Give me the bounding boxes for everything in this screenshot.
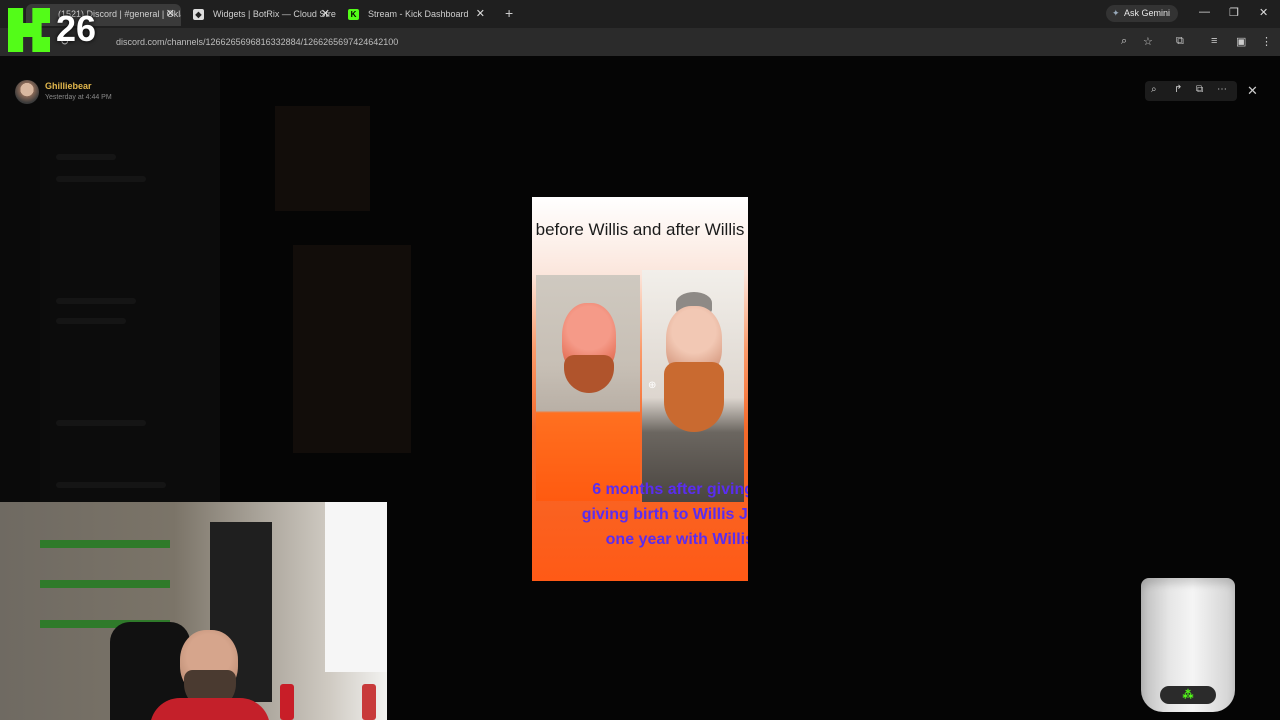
zoom-in-icon[interactable]: ⌕ xyxy=(1151,84,1157,95)
restore-icon[interactable]: ❐ xyxy=(1229,6,1239,19)
url-field[interactable]: discord.com/channels/1266265696816332884… xyxy=(116,37,398,47)
meme-image[interactable]: before Willis and after Willis 6 months … xyxy=(532,197,748,581)
author-avatar[interactable] xyxy=(15,80,39,104)
beard xyxy=(664,362,724,432)
kick-logos-icon: ⁂ xyxy=(1160,686,1216,704)
close-tab-icon[interactable]: ✕ xyxy=(476,4,485,24)
author-name[interactable]: Ghilliebear xyxy=(45,81,92,91)
meme-title: before Willis and after Willis xyxy=(535,220,745,239)
tab-botrix[interactable]: ◆ Widgets | BotRix — Cloud Strea ✕ xyxy=(181,4,336,26)
zoom-icon[interactable]: ⌕ xyxy=(1121,35,1127,48)
close-tab-icon[interactable]: ✕ xyxy=(166,4,175,24)
profile-icon[interactable]: ▣ xyxy=(1236,35,1246,48)
tab-kick-dashboard[interactable]: K Stream - Kick Dashboard ✕ xyxy=(336,4,491,26)
forward-icon[interactable]: ↱ xyxy=(1174,84,1182,95)
dimmed-image xyxy=(293,245,411,453)
new-tab-button[interactable]: + xyxy=(505,5,513,21)
minimize-icon[interactable]: — xyxy=(1199,6,1210,18)
server-list-dimmed xyxy=(0,56,40,506)
more-options-icon[interactable]: ⋯ xyxy=(1217,84,1227,95)
soda-can xyxy=(280,684,294,720)
tab-label: Stream - Kick Dashboard xyxy=(368,9,469,19)
beard xyxy=(564,355,614,393)
media-controls-icon[interactable]: ≡ xyxy=(1211,35,1217,47)
viewer-count: 26 xyxy=(56,8,97,49)
address-bar: ↻ discord.com/channels/12662656968163328… xyxy=(0,28,1280,56)
dimmed-text xyxy=(56,420,146,426)
ask-gemini-label: Ask Gemini xyxy=(1124,8,1171,18)
extensions-icon[interactable]: ⧉ xyxy=(1176,35,1184,48)
streamer-body xyxy=(150,698,270,720)
tab-label: Widgets | BotRix — Cloud Strea xyxy=(213,9,336,19)
mugshot-after xyxy=(642,270,744,502)
kick-icon: K xyxy=(348,9,359,20)
open-in-new-icon[interactable]: ⧉ xyxy=(1196,84,1203,95)
botrix-icon: ◆ xyxy=(193,9,204,20)
meme-caption: 6 months after giving giving birth to Wi… xyxy=(581,481,748,548)
bookmark-star-icon[interactable]: ☆ xyxy=(1143,35,1153,48)
dimmed-image xyxy=(275,106,370,211)
webcam-feed xyxy=(0,502,387,720)
menu-icon[interactable]: ⋮ xyxy=(1261,35,1272,48)
ask-gemini-button[interactable]: ✦ Ask Gemini xyxy=(1106,5,1179,22)
gemini-icon: ✦ xyxy=(1112,8,1120,18)
dimmed-text xyxy=(56,318,126,324)
dimmed-text xyxy=(56,482,166,488)
close-viewer-icon[interactable]: ✕ xyxy=(1247,83,1258,99)
post-timestamp: Yesterday at 4:44 PM xyxy=(45,94,112,101)
soda-can xyxy=(362,684,376,720)
cursor-icon: ⊕ xyxy=(648,380,657,391)
browser-tab-bar: d (1521) Discord | #general | Okla ✕ ◆ W… xyxy=(0,0,1280,28)
close-window-icon[interactable]: ✕ xyxy=(1259,6,1268,19)
shelf xyxy=(40,540,170,548)
close-tab-icon[interactable]: ✕ xyxy=(321,4,330,24)
dimmed-text xyxy=(56,154,116,160)
channel-list-dimmed xyxy=(40,56,220,506)
viewer-toolbar: ⌕ ↱ ⧉ ⋯ xyxy=(1145,81,1237,101)
shelf xyxy=(40,580,170,588)
mugshot-before xyxy=(536,275,640,501)
dimmed-text xyxy=(56,298,136,304)
window xyxy=(325,502,387,672)
dimmed-text xyxy=(56,176,146,182)
